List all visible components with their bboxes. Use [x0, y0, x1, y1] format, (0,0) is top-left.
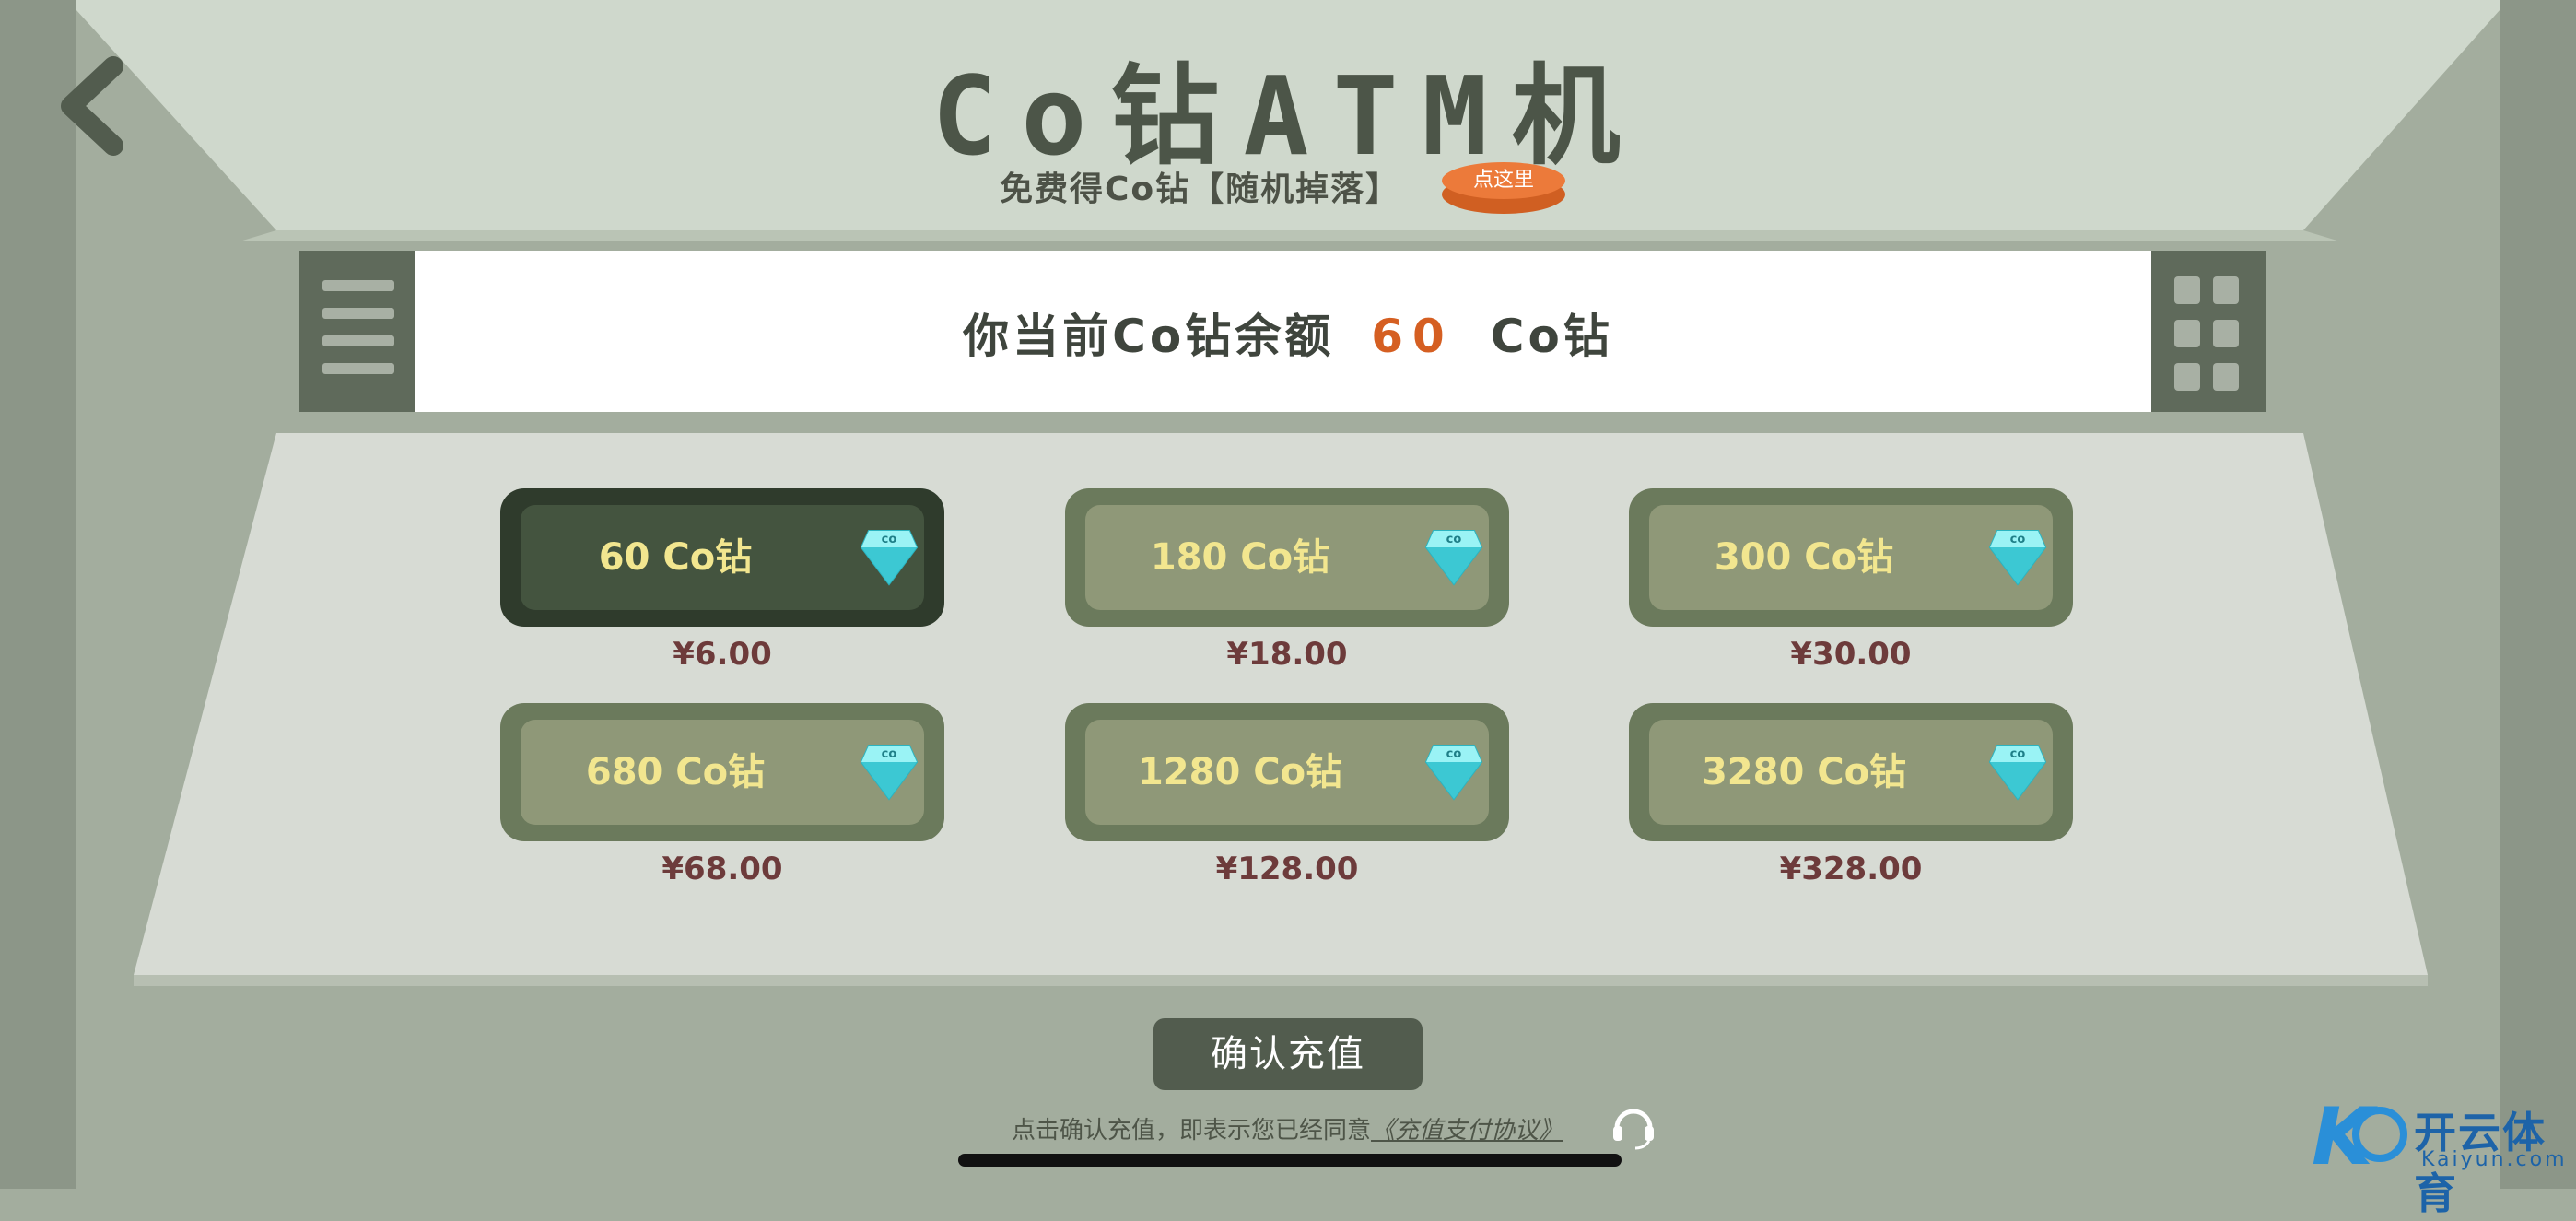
confirm-recharge-button[interactable]: 确认充值 [1153, 1018, 1423, 1090]
balance-display: 你当前Co钻余额 60 Co钻 [0, 299, 2576, 366]
package-amount: 680 Co钻 [585, 751, 766, 793]
gem-badge: co [2010, 747, 2026, 761]
payment-agreement-link[interactable]: 《充值支付协议》 [1371, 1117, 1563, 1145]
package-option[interactable]: 300 Co钻 co [1629, 488, 2073, 627]
watermark-name-en: Kaiyun.com [2421, 1148, 2568, 1171]
free-coins-subtitle: 免费得Co钻【随机掉落】 [1000, 170, 1401, 208]
diamond-gem-icon: co [1988, 530, 2047, 586]
package-price: ¥30.00 [1790, 636, 1912, 673]
diamond-gem-icon: co [860, 530, 919, 586]
package-amount: 300 Co钻 [1714, 536, 1894, 579]
gem-badge: co [2010, 533, 2026, 546]
package-option[interactable]: 180 Co钻 co [1065, 488, 1509, 627]
home-indicator [958, 1154, 1622, 1167]
diamond-gem-icon: co [1424, 530, 1483, 586]
package-amount: 60 Co钻 [598, 536, 753, 579]
diamond-gem-icon: co [1424, 745, 1483, 801]
promo-button-label: 点这里 [1442, 162, 1565, 199]
package-price: ¥18.00 [1226, 636, 1348, 673]
package-price: ¥128.00 [1215, 851, 1359, 887]
package-price: ¥328.00 [1779, 851, 1923, 887]
gem-badge: co [882, 747, 897, 761]
package-option[interactable]: 3280 Co钻 co [1629, 703, 2073, 841]
package-amount: 3280 Co钻 [1701, 751, 1907, 793]
gem-badge: co [1446, 533, 1462, 546]
package-price: ¥6.00 [673, 636, 772, 673]
headset-icon [1613, 1109, 1654, 1150]
balance-label: 你当前Co钻余额 [963, 310, 1335, 363]
gem-badge: co [882, 533, 897, 546]
gem-badge: co [1446, 747, 1462, 761]
kaiyun-logo: K [2312, 1092, 2407, 1175]
diamond-gem-icon: co [1988, 745, 2047, 801]
agreement-note: 点击确认充值，即表示您已经同意《充值支付协议》 [1012, 1111, 1563, 1145]
balance-unit: Co钻 [1490, 310, 1613, 363]
balance-amount: 60 [1371, 310, 1454, 363]
package-amount: 1280 Co钻 [1137, 751, 1343, 793]
package-amount: 180 Co钻 [1150, 536, 1330, 579]
promo-button[interactable]: 点这里 [1442, 162, 1565, 214]
svg-text:K: K [2312, 1092, 2378, 1175]
package-option[interactable]: 680 Co钻 co [500, 703, 944, 841]
customer-service-button[interactable] [1608, 1098, 1659, 1150]
diamond-gem-icon: co [860, 745, 919, 801]
package-option[interactable]: 1280 Co钻 co [1065, 703, 1509, 841]
package-option[interactable]: 60 Co钻 co [500, 488, 944, 627]
agreement-text: 点击确认充值，即表示您已经同意 [1012, 1117, 1372, 1145]
package-price: ¥68.00 [662, 851, 783, 887]
